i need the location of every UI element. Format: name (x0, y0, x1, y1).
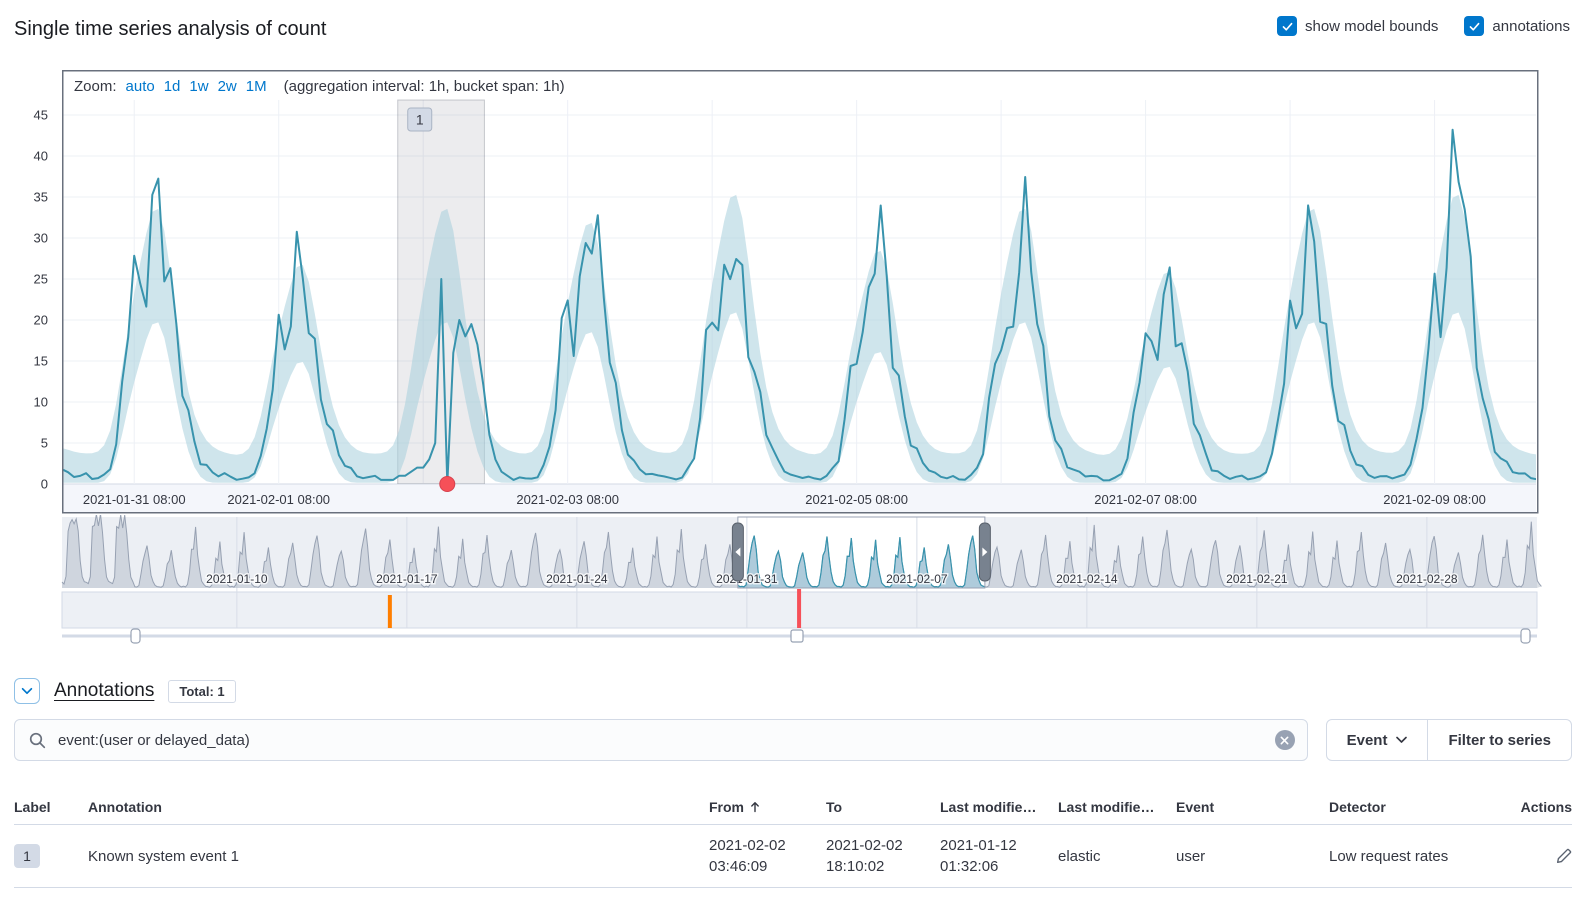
svg-text:2021-02-07 08:00: 2021-02-07 08:00 (1094, 492, 1197, 507)
search-input[interactable] (56, 731, 1275, 750)
chevron-down-icon (20, 684, 34, 698)
svg-text:1: 1 (416, 112, 424, 128)
svg-text:2021-02-05 08:00: 2021-02-05 08:00 (805, 492, 908, 507)
col-last-modified-by[interactable]: Last modifie… (1058, 799, 1176, 815)
aggregation-note: (aggregation interval: 1h, bucket span: … (284, 78, 565, 95)
annotations-total-badge: Total: 1 (168, 680, 235, 703)
svg-text:2021-02-14: 2021-02-14 (1056, 572, 1118, 586)
show-model-bounds-checkbox[interactable]: show model bounds (1277, 16, 1438, 36)
event-filter-label: Event (1347, 732, 1388, 749)
page-title: Single time series analysis of count (14, 18, 326, 41)
svg-text:2021-01-10: 2021-01-10 (206, 572, 268, 586)
check-icon (1277, 16, 1297, 36)
svg-text:10: 10 (34, 395, 48, 410)
event-filter-button[interactable]: Event (1327, 720, 1429, 760)
svg-text:2021-02-07: 2021-02-07 (886, 572, 948, 586)
svg-text:35: 35 (34, 190, 48, 205)
zoom-1M-link[interactable]: 1M (246, 78, 267, 95)
annotations-table: Label Annotation From To Last modifie… L… (14, 790, 1572, 888)
zoom-auto-link[interactable]: auto (126, 78, 155, 95)
svg-text:25: 25 (34, 272, 48, 287)
svg-text:2021-02-28: 2021-02-28 (1396, 572, 1458, 586)
zoom-label: Zoom: (74, 78, 117, 95)
svg-text:5: 5 (41, 436, 48, 451)
anomaly-tick-major (388, 595, 392, 628)
svg-text:2021-02-09 08:00: 2021-02-09 08:00 (1383, 492, 1486, 507)
annotations-filter-bar: Event Filter to series (14, 719, 1572, 761)
col-detector[interactable]: Detector (1329, 799, 1494, 815)
anomaly-marker[interactable] (440, 477, 455, 492)
col-last-modified-date[interactable]: Last modifie… (940, 799, 1058, 815)
focus-chart[interactable]: 0 5 10 15 20 25 30 35 40 45 2021-01-31 08:00 2021-0… (0, 70, 1586, 514)
svg-text:40: 40 (34, 149, 48, 164)
last-modified-by-cell: elastic (1058, 848, 1176, 865)
detector-cell: Low request rates (1329, 848, 1494, 865)
zoom-2w-link[interactable]: 2w (218, 78, 237, 95)
annotation-label-badge: 1 (14, 844, 40, 868)
chart-toggles: show model bounds annotations (1277, 16, 1570, 36)
svg-text:2021-02-01 08:00: 2021-02-01 08:00 (227, 492, 330, 507)
svg-text:0: 0 (41, 477, 48, 492)
time-series-explorer-charts: 0 5 10 15 20 25 30 35 40 45 2021-01-31 08:00 2021-0… (0, 70, 1586, 655)
svg-text:2021-01-31 08:00: 2021-01-31 08:00 (83, 492, 186, 507)
slider-handle-right[interactable] (1521, 629, 1530, 643)
sort-ascending-icon (749, 801, 761, 813)
pencil-icon (1555, 848, 1572, 865)
annotations-header: Annotations Total: 1 (14, 678, 236, 704)
col-annotation[interactable]: Annotation (88, 799, 709, 815)
col-label[interactable]: Label (14, 799, 88, 815)
svg-text:45: 45 (34, 108, 48, 123)
slider-handle-left[interactable] (131, 629, 140, 643)
check-icon (1464, 16, 1484, 36)
annotations-search-box (14, 719, 1308, 761)
zoom-1d-link[interactable]: 1d (164, 78, 181, 95)
col-from[interactable]: From (709, 799, 826, 815)
svg-text:30: 30 (34, 231, 48, 246)
filter-to-series-button[interactable]: Filter to series (1428, 720, 1571, 760)
svg-text:2021-01-24: 2021-01-24 (546, 572, 608, 586)
zoom-controls: Zoom: auto 1d 1w 2w 1M (aggregation inte… (74, 78, 565, 95)
svg-text:2021-01-31: 2021-01-31 (716, 572, 778, 586)
annotations-collapse-button[interactable] (14, 678, 40, 704)
chevron-down-icon (1396, 736, 1407, 744)
anomaly-tick-critical (797, 589, 801, 628)
annotation-text: Known system event 1 (88, 848, 709, 865)
col-event[interactable]: Event (1176, 799, 1329, 815)
zoom-1w-link[interactable]: 1w (189, 78, 208, 95)
slider-center-handle[interactable] (791, 630, 803, 642)
context-chart[interactable]: 2021-01-10 2021-01-17 2021-01-24 2021-01-31… (0, 515, 1586, 650)
annotation-filter-buttons: Event Filter to series (1326, 719, 1572, 761)
search-icon (29, 732, 46, 749)
svg-text:20: 20 (34, 313, 48, 328)
show-model-bounds-label: show model bounds (1305, 18, 1438, 35)
clear-search-button[interactable] (1275, 730, 1295, 750)
edit-annotation-button[interactable] (1555, 848, 1572, 865)
table-header-row: Label Annotation From To Last modifie… L… (14, 790, 1572, 825)
annotations-checkbox-label: annotations (1492, 18, 1570, 35)
from-cell: 2021-02-02 03:46:09 (709, 835, 826, 877)
last-modified-date-cell: 2021-01-12 01:32:06 (940, 835, 1058, 877)
col-to[interactable]: To (826, 799, 940, 815)
col-from-label: From (709, 799, 744, 815)
annotations-heading[interactable]: Annotations (54, 680, 154, 702)
svg-text:2021-02-21: 2021-02-21 (1226, 572, 1288, 586)
table-row: 1 Known system event 1 2021-02-02 03:46:… (14, 825, 1572, 888)
to-cell: 2021-02-02 18:10:02 (826, 835, 940, 877)
svg-text:2021-02-03 08:00: 2021-02-03 08:00 (516, 492, 619, 507)
single-metric-viewer: Single time series analysis of count sho… (0, 0, 1586, 904)
svg-text:15: 15 (34, 354, 48, 369)
event-cell: user (1176, 848, 1329, 865)
col-actions: Actions (1494, 799, 1572, 815)
close-icon (1280, 736, 1289, 745)
annotations-checkbox[interactable]: annotations (1464, 16, 1570, 36)
svg-text:2021-01-17: 2021-01-17 (376, 572, 438, 586)
